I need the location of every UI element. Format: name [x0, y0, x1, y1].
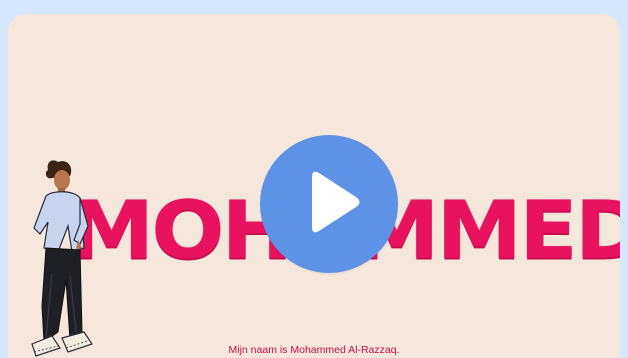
play-button[interactable]	[260, 135, 398, 273]
page-background: MOHAMMED	[0, 0, 628, 358]
video-player[interactable]: MOHAMMED	[8, 14, 620, 358]
character-illustration	[22, 156, 102, 358]
play-icon	[312, 171, 360, 233]
video-caption: Mijn naam is Mohammed Al-Razzaq.	[228, 344, 400, 356]
